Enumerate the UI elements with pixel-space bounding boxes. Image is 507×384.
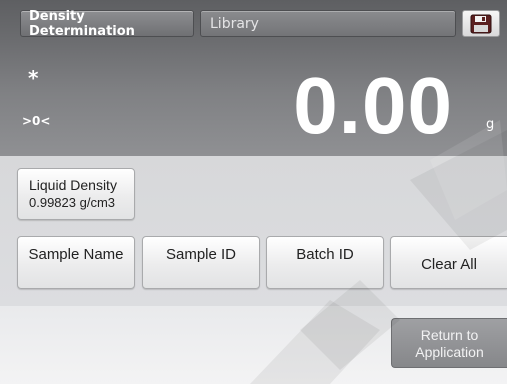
batch-id-button[interactable]: Batch ID [266, 236, 384, 289]
top-bar: Density Determination Library [0, 0, 507, 42]
return-to-application-button[interactable]: Return to Application [391, 318, 507, 368]
stability-indicator: * [28, 66, 39, 90]
save-button[interactable] [462, 10, 500, 37]
weight-readout: 0.00 [293, 61, 453, 150]
liquid-density-value: 0.99823 g/cm3 [29, 195, 116, 210]
center-of-zero-indicator: >0< [22, 114, 51, 128]
return-label-line1: Return to [420, 327, 479, 343]
return-label-line2: Application [415, 344, 484, 360]
clear-all-button[interactable]: Clear All [390, 236, 507, 289]
sample-name-button[interactable]: Sample Name [17, 236, 135, 289]
tab-density-determination[interactable]: Density Determination [20, 9, 194, 39]
floppy-disk-icon [470, 14, 492, 33]
weight-display-area: Density Determination Library * >0< 0.00… [0, 0, 507, 156]
sample-id-button[interactable]: Sample ID [142, 236, 260, 289]
tab-library[interactable]: Library [200, 10, 456, 37]
weight-unit[interactable]: g [486, 117, 494, 132]
liquid-density-button[interactable]: Liquid Density 0.99823 g/cm3 [17, 168, 135, 220]
liquid-density-label: Liquid Density [29, 177, 117, 193]
